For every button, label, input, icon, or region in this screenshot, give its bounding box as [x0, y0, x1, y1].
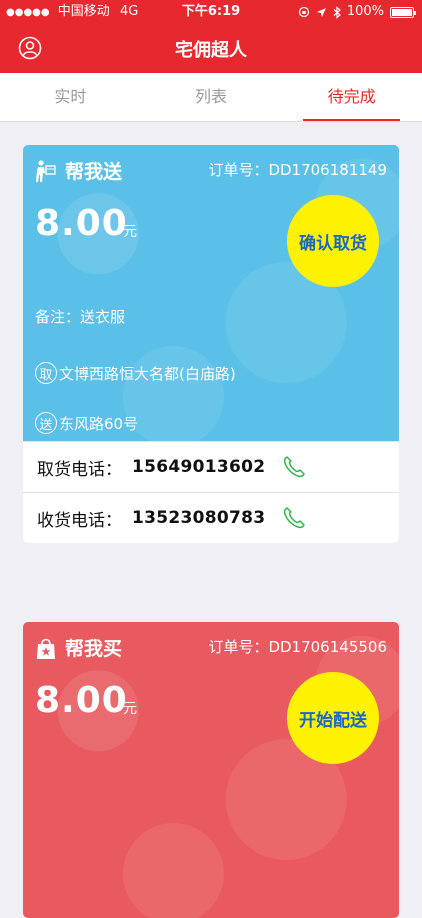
pickup-tag: 取	[35, 362, 57, 384]
pickup-address: 取 文博西路恒大名都(白庙路)	[35, 362, 236, 384]
order-card[interactable]: 帮我送 订单号：DD1706181149 8.00 元 确认取货 备注：送衣服 …	[23, 145, 399, 543]
order-type: 帮我送	[35, 157, 122, 184]
order-type: 帮我买	[35, 634, 122, 661]
dropoff-address-text: 东风路60号	[59, 414, 139, 433]
price-unit: 元	[123, 224, 137, 240]
order-type-label: 帮我买	[65, 638, 123, 660]
start-delivery-button[interactable]: 开始配送	[287, 672, 379, 764]
tab-realtime[interactable]: 实时	[0, 73, 141, 121]
bluetooth-icon	[333, 5, 341, 19]
status-right: 100%	[298, 0, 416, 24]
phone-call-icon[interactable]	[281, 505, 307, 531]
receive-phone-row: 收货电话： 13523080783	[23, 492, 399, 543]
pickup-phone-label: 取货电话：	[37, 459, 122, 480]
pickup-phone-row: 取货电话： 15649013602	[23, 441, 399, 492]
order-number: 订单号：DD1706145506	[208, 638, 387, 656]
dropoff-tag: 送	[35, 412, 57, 434]
phone-call-icon[interactable]	[281, 454, 307, 480]
dropoff-address: 送 东风路60号	[35, 412, 138, 434]
pickup-phone-number: 15649013602	[132, 457, 266, 477]
price-unit: 元	[123, 701, 137, 717]
order-type-label: 帮我送	[65, 161, 123, 183]
order-card[interactable]: 帮我买 订单号：DD1706145506 8.00 元 开始配送	[23, 622, 399, 918]
receive-phone-number: 13523080783	[132, 508, 266, 528]
orientation-lock-icon	[298, 6, 309, 18]
receive-phone-label: 收货电话：	[37, 510, 122, 531]
order-number: 订单号：DD1706181149	[208, 161, 387, 179]
page-title: 宅佣超人	[175, 40, 247, 61]
top-bar: ●●●●● 中国移动 4G 下午6:19 100% 宅佣超人	[0, 0, 422, 73]
shopping-bag-icon	[37, 638, 55, 659]
confirm-pickup-button[interactable]: 确认取货	[287, 195, 379, 287]
battery-percent: 100%	[346, 4, 384, 19]
location-arrow-icon	[316, 7, 326, 17]
tab-list[interactable]: 列表	[141, 73, 282, 121]
order-price: 8.00	[35, 203, 128, 244]
tab-bar: 实时 列表 待完成	[0, 73, 422, 122]
order-card-header: 帮我买 订单号：DD1706145506 8.00 元 开始配送	[23, 622, 399, 918]
status-bar: ●●●●● 中国移动 4G 下午6:19 100%	[0, 0, 422, 24]
delivery-person-icon	[36, 159, 56, 182]
battery-icon	[390, 6, 416, 18]
tab-pending[interactable]: 待完成	[281, 73, 422, 121]
order-card-header: 帮我送 订单号：DD1706181149 8.00 元 确认取货 备注：送衣服 …	[23, 145, 399, 441]
order-price: 8.00	[35, 680, 128, 721]
pickup-address-text: 文博西路恒大名都(白庙路)	[59, 364, 236, 383]
order-note: 备注：送衣服	[35, 308, 126, 326]
